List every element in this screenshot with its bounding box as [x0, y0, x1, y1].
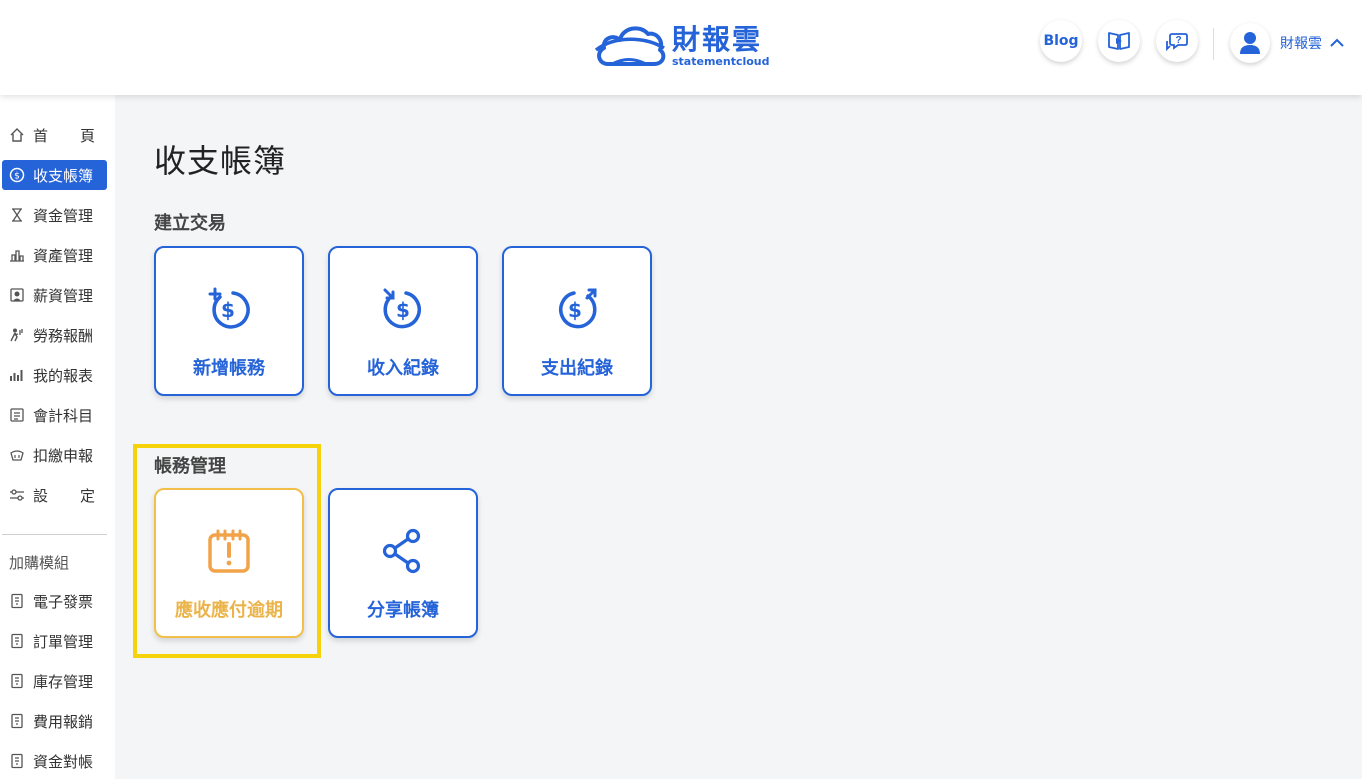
card-label: 支出紀錄: [541, 358, 613, 379]
logo-subtitle: statementcloud: [672, 54, 770, 68]
section-title-create: 建立交易: [154, 213, 226, 234]
header-divider: [1213, 28, 1214, 60]
sidebar-item-label: 扣繳申報: [33, 446, 94, 465]
share-ledger-card[interactable]: 分享帳簿: [328, 488, 478, 638]
module-icon: [8, 592, 26, 610]
chevron-up-icon: [1330, 38, 1344, 47]
dollar-cycle-icon: $: [8, 166, 26, 184]
sidebar-item-label: 收支帳簿: [33, 166, 94, 185]
blog-label: Blog: [1043, 33, 1079, 49]
module-icon: [8, 752, 26, 770]
label-part: 設: [33, 486, 49, 505]
avatar: [1230, 23, 1270, 63]
sidebar-item-label: 資金對帳: [33, 752, 94, 771]
cloud-logo-icon: [594, 26, 666, 66]
sidebar-item-labor[interactable]: 勞務報酬: [2, 320, 107, 350]
worker-icon: [8, 326, 26, 344]
sidebar-item-label: 庫存管理: [33, 672, 94, 691]
video-tutorial-button[interactable]: [1098, 20, 1140, 62]
sidebar-item-reports[interactable]: 我的報表: [2, 360, 107, 390]
sidebar: 首 頁 $ 收支帳簿 資金管理 資產管理 薪資管理 勞務報酬 我的報表 會計科目…: [0, 95, 115, 779]
addon-section-title: 加購模組: [9, 554, 70, 572]
home-icon: [8, 126, 26, 144]
module-icon: [8, 632, 26, 650]
sidebar-item-reconcile[interactable]: 資金對帳: [2, 746, 107, 776]
card-label: 應收應付逾期: [175, 600, 283, 621]
top-header: 財報雲 statementcloud Blog ? 財報雲: [0, 0, 1362, 95]
svg-text:$: $: [221, 298, 235, 322]
sidebar-item-inventory[interactable]: 庫存管理: [2, 666, 107, 696]
sidebar-item-label: 我的報表: [33, 366, 94, 385]
sidebar-item-expenses[interactable]: 費用報銷: [2, 706, 107, 736]
sidebar-item-label: 費用報銷: [33, 712, 94, 731]
bar-chart-icon: [8, 366, 26, 384]
user-name: 財報雲: [1280, 36, 1322, 52]
page-title: 收支帳簿: [154, 142, 287, 180]
svg-text:?: ?: [1175, 35, 1181, 46]
expense-icon: $: [559, 288, 597, 329]
sidebar-item-label: 薪資管理: [33, 286, 94, 305]
card-label: 新增帳務: [193, 358, 265, 379]
overdue-ar-ap-card[interactable]: 應收應付逾期: [154, 488, 304, 638]
blog-button[interactable]: Blog: [1040, 20, 1082, 62]
section-title-manage: 帳務管理: [154, 456, 226, 477]
overdue-calendar-icon: [208, 529, 250, 573]
buildings-icon: [8, 246, 26, 264]
module-icon: [8, 672, 26, 690]
sidebar-item-einvoice[interactable]: 電子發票: [2, 586, 107, 616]
sidebar-divider: [2, 534, 107, 535]
user-menu[interactable]: 財報雲: [1230, 22, 1344, 64]
app-logo[interactable]: 財報雲 statementcloud: [594, 18, 784, 74]
add-transaction-icon: $: [208, 287, 250, 329]
svg-text:$: $: [396, 298, 410, 322]
help-button[interactable]: ?: [1156, 20, 1198, 62]
svg-text:$: $: [568, 298, 582, 322]
sidebar-item-label: 電子發票: [33, 592, 94, 611]
sidebar-item-settings[interactable]: 設 定: [2, 480, 107, 510]
sidebar-item-accounts[interactable]: 會計科目: [2, 400, 107, 430]
sidebar-item-payroll[interactable]: 薪資管理: [2, 280, 107, 310]
tax-icon: [8, 446, 26, 464]
settings-sliders-icon: [8, 486, 26, 504]
sidebar-item-assets[interactable]: 資產管理: [2, 240, 107, 270]
sidebar-item-label: 勞務報酬: [33, 326, 94, 345]
hourglass-icon: [8, 206, 26, 224]
sidebar-item-orders[interactable]: 訂單管理: [2, 626, 107, 656]
sidebar-item-label: 設 定: [33, 485, 95, 506]
label-part: 頁: [79, 126, 95, 145]
add-transaction-card[interactable]: $ 新增帳務: [154, 246, 304, 396]
sidebar-item-label: 首 頁: [33, 125, 95, 146]
income-record-card[interactable]: $ 收入紀錄: [328, 246, 478, 396]
share-icon: [382, 528, 421, 574]
sidebar-item-funds[interactable]: 資金管理: [2, 200, 107, 230]
sidebar-item-home[interactable]: 首 頁: [2, 120, 107, 150]
sidebar-item-label: 資金管理: [33, 206, 94, 225]
label-part: 定: [79, 486, 95, 505]
sidebar-item-label: 會計科目: [33, 406, 94, 425]
card-label: 收入紀錄: [367, 358, 439, 379]
card-label: 分享帳簿: [367, 600, 439, 621]
logo-title: 財報雲: [672, 22, 763, 56]
video-book-icon: [1108, 32, 1130, 50]
sidebar-item-label: 資產管理: [33, 246, 94, 265]
income-icon: $: [383, 288, 421, 329]
module-icon: [8, 712, 26, 730]
ledger-icon: [8, 406, 26, 424]
payroll-icon: [8, 286, 26, 304]
label-part: 首: [33, 126, 49, 145]
expense-record-card[interactable]: $ 支出紀錄: [502, 246, 652, 396]
user-icon: [1240, 32, 1260, 54]
sidebar-item-withholding[interactable]: 扣繳申報: [2, 440, 107, 470]
svg-text:$: $: [14, 172, 20, 182]
sidebar-item-ledger[interactable]: $ 收支帳簿: [2, 160, 107, 190]
sidebar-item-label: 訂單管理: [33, 632, 94, 651]
help-chat-icon: ?: [1166, 33, 1188, 52]
